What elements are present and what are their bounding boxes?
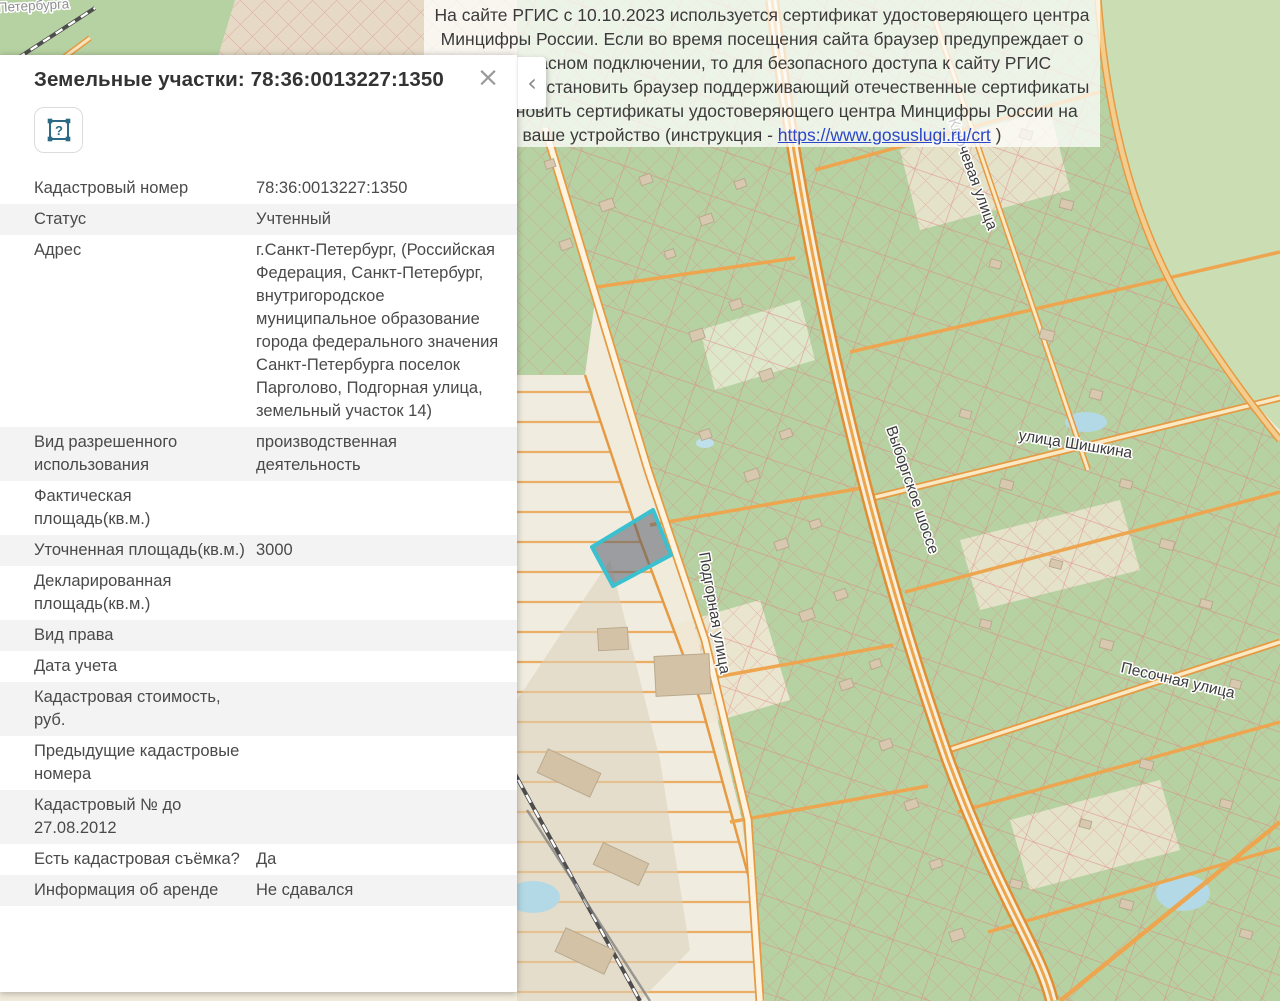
table-row: Адресг.Санкт-Петербург, (Российская Феде…	[0, 235, 517, 427]
row-value: производственная деятельность	[256, 431, 501, 477]
row-value	[256, 485, 501, 531]
row-value	[256, 740, 501, 786]
close-icon[interactable]: ×	[473, 63, 503, 93]
gosuslugi-link[interactable]: https://www.gosuslugi.ru/crt	[778, 125, 991, 145]
row-value: Учтенный	[256, 208, 501, 231]
table-row: Вид разрешенного использованияпроизводст…	[0, 427, 517, 481]
row-value	[256, 655, 501, 678]
row-value	[256, 686, 501, 732]
row-value: 78:36:0013227:1350	[256, 177, 501, 200]
table-row: Предыдущие кадастровые номера	[0, 736, 517, 790]
row-value: г.Санкт-Петербург, (Российская Федерация…	[256, 239, 501, 423]
polygon-question-icon: ?	[45, 116, 73, 144]
row-value	[256, 624, 501, 647]
row-label: Адрес	[34, 239, 256, 423]
row-label: Предыдущие кадастровые номера	[34, 740, 256, 786]
row-label: Кадастровая стоимость, руб.	[34, 686, 256, 732]
panel-collapse-button[interactable]: ‹	[517, 57, 546, 109]
svg-text:?: ?	[55, 123, 63, 138]
table-row: Кадастровый номер78:36:0013227:1350	[0, 173, 517, 204]
row-label: Есть кадастровая съёмка?	[34, 848, 256, 871]
notification-text-tail: )	[991, 125, 1002, 145]
row-label: Кадастровый номер	[34, 177, 256, 200]
show-geometry-button[interactable]: ?	[34, 107, 83, 153]
table-row: Есть кадастровая съёмка?Да	[0, 844, 517, 875]
table-row: Уточненная площадь(кв.м.)3000	[0, 535, 517, 566]
row-value: Не сдавался	[256, 879, 501, 902]
row-label: Дата учета	[34, 655, 256, 678]
row-value: Да	[256, 848, 501, 871]
table-row: Вид права	[0, 620, 517, 651]
panel-title: Земельные участки: 78:36:0013227:1350	[34, 68, 467, 92]
row-label: Фактическая площадь(кв.м.)	[34, 485, 256, 531]
row-label: Вид права	[34, 624, 256, 647]
table-row: Дата учета	[0, 651, 517, 682]
table-row: Декларированная площадь(кв.м.)	[0, 566, 517, 620]
parcel-info-panel: Земельные участки: 78:36:0013227:1350 × …	[0, 55, 517, 992]
table-row: Кадастровая стоимость, руб.	[0, 682, 517, 736]
row-value: 3000	[256, 539, 501, 562]
chevron-left-icon: ‹	[527, 69, 537, 97]
table-row: Фактическая площадь(кв.м.)	[0, 481, 517, 535]
parcel-attributes-table: Кадастровый номер78:36:0013227:1350Стату…	[0, 173, 517, 906]
row-label: Вид разрешенного использования	[34, 431, 256, 477]
row-label: Декларированная площадь(кв.м.)	[34, 570, 256, 616]
row-value	[256, 794, 501, 840]
row-label: Уточненная площадь(кв.м.)	[34, 539, 256, 562]
table-row: Кадастровый № до 27.08.2012	[0, 790, 517, 844]
row-label: Информация об аренде	[34, 879, 256, 902]
table-row: Информация об арендеНе сдавался	[0, 875, 517, 906]
table-row: СтатусУчтенный	[0, 204, 517, 235]
row-label: Статус	[34, 208, 256, 231]
row-value	[256, 570, 501, 616]
row-label: Кадастровый № до 27.08.2012	[34, 794, 256, 840]
